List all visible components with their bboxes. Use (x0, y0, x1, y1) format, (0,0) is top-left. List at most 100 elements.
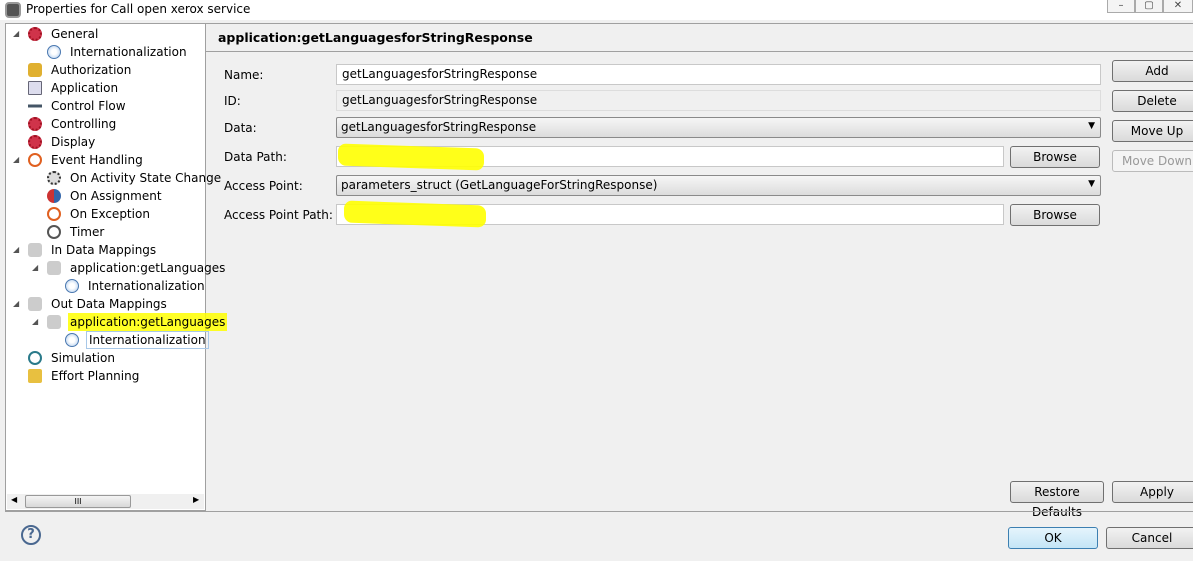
cancel-button[interactable]: Cancel (1106, 527, 1193, 549)
page-title: application:getLanguagesforStringRespons… (206, 24, 1193, 52)
tree-item[interactable]: On Exception (6, 205, 205, 223)
control-flow-icon (28, 99, 42, 113)
tree-item-label: Display (51, 135, 96, 149)
tree-item-label: Internationalization (86, 331, 209, 349)
title-bar: Properties for Call open xerox service (0, 0, 1193, 20)
tree-item-label: On Exception (70, 207, 150, 221)
data-combo[interactable]: getLanguagesforStringResponse ▼ (336, 117, 1101, 138)
maximize-button[interactable]: ▢ (1135, 0, 1163, 13)
tree-item[interactable]: ◢ application:getLanguages (6, 259, 225, 277)
scroll-right-arrow-icon[interactable]: ▶ (193, 495, 199, 504)
key-icon (28, 63, 42, 77)
horizontal-scrollbar[interactable]: ◀ III ▶ (7, 494, 204, 509)
id-label: ID: (224, 94, 241, 108)
tree-item[interactable]: ◢ Out Data Mappings (6, 295, 205, 313)
tree-item[interactable]: Authorization (6, 61, 205, 79)
effort-planning-icon (28, 369, 42, 383)
tree-item-label: Internationalization (88, 279, 205, 293)
close-button[interactable]: ✕ (1163, 0, 1193, 13)
tree-item[interactable]: ◢ In Data Mappings (6, 241, 205, 259)
tree-item-label: application:getLanguages (68, 313, 228, 331)
tree-item-label: Event Handling (51, 153, 143, 167)
expand-toggle-icon[interactable]: ◢ (13, 295, 19, 313)
minimize-button[interactable]: – (1107, 0, 1135, 13)
state-change-icon (47, 171, 61, 185)
tree-item[interactable]: Effort Planning (6, 367, 205, 385)
move-up-button[interactable]: Move Up (1112, 120, 1193, 142)
tree-item-label: Timer (70, 225, 105, 239)
timer-icon (47, 225, 61, 239)
help-icon[interactable]: ? (21, 525, 41, 545)
globe-icon (47, 45, 61, 59)
in-data-mapping-icon (47, 261, 61, 275)
data-path-label: Data Path: (224, 150, 287, 164)
tree-item-label: Effort Planning (51, 369, 140, 383)
window-title: Properties for Call open xerox service (26, 2, 251, 16)
expand-toggle-icon[interactable]: ◢ (13, 25, 19, 43)
tree-item[interactable]: Internationalization (6, 277, 205, 295)
tree-item-label: Internationalization (70, 45, 187, 59)
tree-item-label: On Assignment (70, 189, 162, 203)
restore-defaults-button[interactable]: Restore Defaults (1010, 481, 1104, 519)
globe-icon (65, 279, 79, 293)
tree-item[interactable]: ◢ application:getLanguages (6, 313, 228, 331)
assignment-icon (47, 189, 61, 203)
scrollbar-thumb[interactable]: III (25, 495, 131, 508)
access-point-label: Access Point: (224, 179, 303, 193)
add-button[interactable]: Add (1112, 60, 1193, 82)
access-point-combo-value: parameters_struct (GetLanguageForStringR… (341, 178, 658, 192)
tree-item-label: Application (51, 81, 119, 95)
delete-button[interactable]: Delete (1112, 90, 1193, 112)
name-input[interactable]: getLanguagesforStringResponse (336, 64, 1101, 85)
tree-item[interactable]: ◢ General (6, 25, 205, 43)
tree-item-label: Authorization (51, 63, 132, 77)
tree-item[interactable]: Control Flow (6, 97, 205, 115)
tree-item[interactable]: Internationalization (6, 43, 205, 61)
tree-item-label: General (51, 27, 99, 41)
tree-item-label: Out Data Mappings (51, 297, 167, 311)
gear-icon (28, 27, 42, 41)
tree-item[interactable]: On Activity State Change (6, 169, 221, 187)
tree-item[interactable]: On Assignment (6, 187, 205, 205)
tree-item[interactable]: Timer (6, 223, 205, 241)
data-label: Data: (224, 121, 257, 135)
out-data-mapping-icon (28, 297, 42, 311)
id-field: getLanguagesforStringResponse (336, 90, 1101, 111)
tree-item-label: Controlling (51, 117, 117, 131)
tree-item[interactable]: Application (6, 79, 205, 97)
data-combo-value: getLanguagesforStringResponse (341, 120, 537, 134)
tree-item[interactable]: Internationalization (6, 331, 209, 349)
expand-toggle-icon[interactable]: ◢ (13, 241, 19, 259)
apply-button[interactable]: Apply (1112, 481, 1193, 503)
globe-icon (65, 333, 79, 347)
access-point-path-browse-button[interactable]: Browse (1010, 204, 1100, 226)
gear-icon (28, 117, 42, 131)
name-label: Name: (224, 68, 264, 82)
tree-item[interactable]: Simulation (6, 349, 205, 367)
tree-item[interactable]: Display (6, 133, 205, 151)
scroll-left-arrow-icon[interactable]: ◀ (11, 495, 17, 504)
tree-item-label: In Data Mappings (51, 243, 157, 257)
access-point-path-label: Access Point Path: (224, 208, 333, 222)
chevron-down-icon: ▼ (1088, 179, 1095, 189)
tree-item[interactable]: ◢ Event Handling (6, 151, 205, 169)
move-down-button[interactable]: Move Down (1112, 150, 1193, 172)
ok-button[interactable]: OK (1008, 527, 1098, 549)
expand-toggle-icon[interactable]: ◢ (32, 259, 38, 277)
out-data-mapping-icon (47, 315, 61, 329)
tree-item-label: Control Flow (51, 99, 126, 113)
expand-toggle-icon[interactable]: ◢ (32, 313, 38, 331)
simulation-icon (28, 351, 42, 365)
chevron-down-icon: ▼ (1088, 121, 1095, 131)
warning-icon (28, 153, 42, 167)
tree-item-label: Simulation (51, 351, 115, 365)
app-icon (5, 2, 21, 18)
properties-tree[interactable]: Effort Planning Simulation Internationaliz… (5, 23, 228, 511)
tree-item-label: application:getLanguages (70, 261, 226, 275)
application-icon (28, 81, 42, 95)
tree-item[interactable]: Controlling (6, 115, 205, 133)
expand-toggle-icon[interactable]: ◢ (13, 151, 19, 169)
gear-icon (28, 135, 42, 149)
data-path-browse-button[interactable]: Browse (1010, 146, 1100, 168)
access-point-combo[interactable]: parameters_struct (GetLanguageForStringR… (336, 175, 1101, 196)
